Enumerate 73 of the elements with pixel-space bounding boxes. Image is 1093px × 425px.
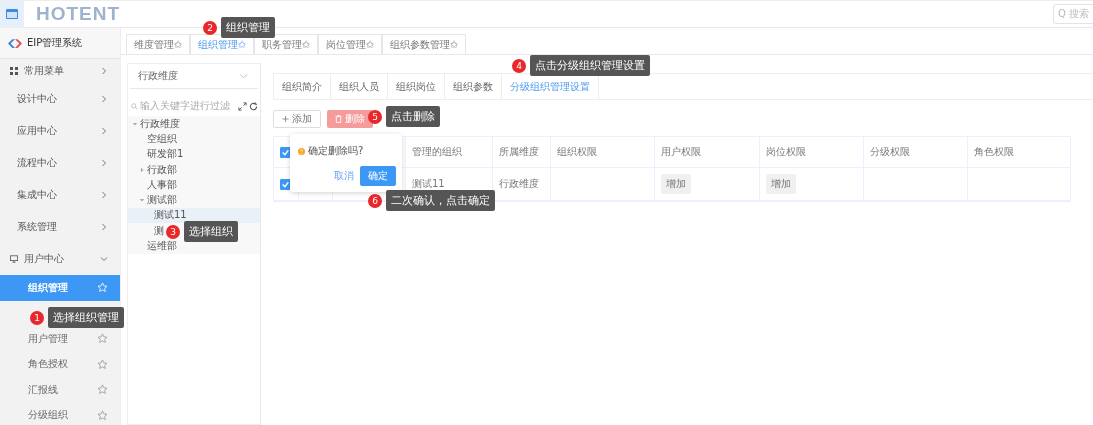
tree-node[interactable]: 测试11 xyxy=(128,207,260,224)
tree-node[interactable]: 行政维度 xyxy=(128,116,260,132)
tab[interactable]: 组织参数管理✩ xyxy=(382,34,466,54)
menu-item[interactable]: 常用菜单 xyxy=(0,59,120,83)
star-icon[interactable] xyxy=(97,358,108,370)
menu-button[interactable] xyxy=(0,0,24,28)
column-header: 组织权限 xyxy=(557,145,597,159)
column-header: 分级权限 xyxy=(870,145,910,159)
step-tooltip: 组织管理 xyxy=(221,17,275,38)
logo: HOTENT xyxy=(36,3,121,25)
step-tooltip: 点击分级组织管理设置 xyxy=(530,55,650,76)
permission-tag: 增加 xyxy=(661,174,691,194)
column-header: 用户权限 xyxy=(661,145,701,159)
chevron-right-icon xyxy=(100,223,108,231)
step-tooltip: 选择组织管理 xyxy=(48,307,124,328)
submenu-item[interactable]: 汇报线 xyxy=(0,377,120,403)
menu-item[interactable]: 应用中心 xyxy=(0,115,120,147)
menu-item[interactable]: 用户中心 xyxy=(0,243,120,275)
diamond-logo-icon xyxy=(8,38,22,48)
search-icon xyxy=(131,102,138,110)
trash-icon xyxy=(335,115,342,123)
chevron-right-icon xyxy=(100,191,108,199)
submenu-item[interactable]: 角色授权 xyxy=(0,351,120,377)
expand-icon[interactable] xyxy=(238,101,247,111)
table-cell: 行政维度 xyxy=(499,177,539,191)
caret-down-icon[interactable] xyxy=(132,120,138,127)
menu-icon[interactable] xyxy=(6,9,18,19)
table-cell: 测试11 xyxy=(412,177,445,191)
menu-item[interactable]: 系统管理 xyxy=(0,211,120,243)
grid-icon xyxy=(10,67,18,75)
question-icon xyxy=(298,147,305,155)
tab[interactable]: 组织人员 xyxy=(331,74,388,99)
step-tooltip: 二次确认，点击确定 xyxy=(386,190,495,211)
column-header: 管理的组织 xyxy=(412,145,462,159)
tree-node[interactable]: 测试部 xyxy=(128,192,260,208)
tree-node[interactable]: 行政部 xyxy=(128,161,260,178)
step-tooltip: 选择组织 xyxy=(184,221,238,242)
submenu-item[interactable]: 用户管理 xyxy=(0,326,120,352)
refresh-icon[interactable] xyxy=(249,101,258,111)
chevron-down-icon xyxy=(100,255,108,263)
star-icon[interactable] xyxy=(97,409,108,421)
add-button[interactable]: 添加 xyxy=(273,110,321,128)
menu-item[interactable]: 集成中心 xyxy=(0,179,120,211)
tab[interactable]: 岗位管理✩ xyxy=(318,34,382,54)
tab[interactable]: 组织简介 xyxy=(274,74,331,99)
permission-tag: 增加 xyxy=(766,174,796,194)
column-header: 所属维度 xyxy=(499,145,539,159)
chevron-right-icon xyxy=(100,95,108,103)
plus-icon xyxy=(282,115,289,123)
column-header: 岗位权限 xyxy=(766,145,806,159)
tree-node[interactable]: 空组织 xyxy=(128,131,260,147)
dimension-select[interactable]: 行政维度 xyxy=(130,64,258,89)
chevron-down-icon xyxy=(239,73,248,79)
monitor-icon xyxy=(10,255,18,263)
tab[interactable]: 组织岗位 xyxy=(388,74,445,99)
menu-item[interactable]: 流程中心 xyxy=(0,147,120,179)
star-icon[interactable] xyxy=(97,333,108,345)
caret-right-icon[interactable] xyxy=(139,166,145,173)
menu-item[interactable]: 设计中心 xyxy=(0,83,120,115)
submenu-item[interactable]: 分级组织 xyxy=(0,402,120,425)
tree-node[interactable]: 研发部1 xyxy=(128,146,260,162)
step-number-badge: 2 xyxy=(203,20,217,35)
confirm-message: 确定删除吗? xyxy=(308,144,364,158)
chevron-right-icon xyxy=(100,67,108,75)
tab[interactable]: 组织参数 xyxy=(445,74,502,99)
chevron-right-icon xyxy=(100,159,108,167)
chevron-right-icon xyxy=(100,127,108,135)
column-header: 角色权限 xyxy=(974,145,1014,159)
tree-node[interactable]: 人事部 xyxy=(128,177,260,193)
star-icon[interactable] xyxy=(97,384,108,396)
step-tooltip: 点击删除 xyxy=(386,106,440,127)
system-name: EIP管理系统 xyxy=(27,36,83,50)
caret-down-icon[interactable] xyxy=(139,197,145,204)
